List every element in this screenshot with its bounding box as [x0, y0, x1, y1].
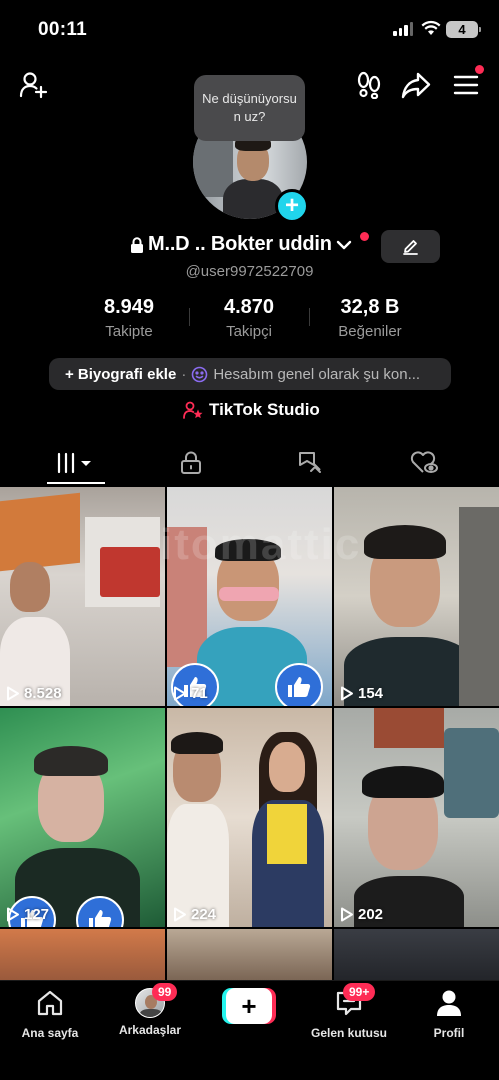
- status-bar: 00:11 4: [0, 0, 499, 60]
- videos-grid-icon: [57, 452, 91, 474]
- play-icon: [7, 907, 19, 922]
- tab-liked[interactable]: [362, 440, 486, 486]
- pencil-icon: [403, 240, 418, 255]
- nav-profile-label: Profil: [433, 1026, 465, 1040]
- footprints-button[interactable]: [352, 68, 386, 102]
- creator-star-icon: [183, 401, 203, 419]
- profile-handle: @user9972522709: [185, 263, 314, 280]
- heart-hidden-icon: [410, 451, 438, 473]
- video-tile[interactable]: [167, 929, 332, 980]
- note-bubble-text: Ne düşünüyorsun uz?: [202, 91, 297, 124]
- bio-separator: ·: [181, 365, 187, 383]
- active-tab-indicator: [47, 482, 105, 484]
- stat-following-label: Takipte: [105, 323, 153, 340]
- stat-following-value: 8.949: [103, 296, 155, 318]
- profile-name-row[interactable]: M..D .. Bokter uddin: [130, 233, 352, 256]
- battery-icon: 4: [446, 21, 481, 38]
- tiktok-studio-label: TikTok Studio: [209, 400, 320, 419]
- signal-icon: [393, 22, 413, 36]
- video-tile[interactable]: [334, 929, 499, 980]
- stat-likes-label: Beğeniler: [338, 323, 402, 340]
- watermark: itomattic: [160, 520, 362, 569]
- account-notification-dot: [360, 232, 369, 241]
- plus-icon: +: [226, 988, 272, 1024]
- lock-icon: [181, 451, 201, 474]
- bookmark-tag-icon: [299, 452, 321, 473]
- nav-profile[interactable]: Profil: [399, 989, 499, 1040]
- create-button[interactable]: +: [222, 988, 276, 1024]
- tab-reposts[interactable]: [248, 440, 372, 486]
- note-bubble[interactable]: Ne düşünüyorsun uz?: [194, 75, 305, 141]
- stat-following[interactable]: 8.949 Takipte: [69, 296, 189, 340]
- add-friend-button[interactable]: [16, 68, 50, 102]
- video-tile[interactable]: 224: [167, 708, 332, 927]
- video-tile[interactable]: 202: [334, 708, 499, 927]
- home-icon: [37, 990, 63, 1016]
- lock-icon: [131, 236, 143, 253]
- friends-badge: 99: [152, 983, 178, 1001]
- video-tile[interactable]: [0, 929, 165, 980]
- add-bio-button[interactable]: + Biyografi ekle: [65, 366, 176, 383]
- inbox-badge: 99+: [343, 983, 376, 1001]
- nav-friends-label: Arkadaşlar: [118, 1023, 182, 1037]
- video-view-count: 224: [173, 906, 216, 923]
- add-user-icon: [19, 72, 48, 99]
- play-icon: [7, 686, 19, 701]
- smiley-icon: [192, 366, 208, 382]
- play-icon: [174, 686, 186, 701]
- add-story-icon[interactable]: +: [275, 189, 309, 223]
- share-profile-button[interactable]: [399, 68, 433, 102]
- like-sticker: [275, 663, 323, 706]
- status-note[interactable]: Hesabım genel olarak şu kon...: [191, 366, 420, 383]
- video-view-count: 127: [6, 906, 49, 923]
- menu-notification-dot: [475, 65, 484, 74]
- stat-followers[interactable]: 4.870 Takipçi: [189, 296, 309, 340]
- footprints-icon: [357, 71, 381, 99]
- status-note-text: Hesabım genel olarak şu kon...: [213, 365, 421, 383]
- content-tabs: [0, 440, 499, 486]
- edit-profile-button[interactable]: [381, 230, 440, 263]
- nav-home[interactable]: Ana sayfa: [0, 989, 100, 1040]
- video-view-count: 8.528: [6, 685, 62, 702]
- play-icon: [341, 907, 353, 922]
- tiktok-studio-link[interactable]: TikTok Studio: [183, 400, 320, 420]
- stat-followers-value: 4.870: [223, 296, 275, 318]
- tab-videos[interactable]: [14, 440, 138, 486]
- play-icon: [174, 907, 186, 922]
- video-tile[interactable]: 8.528: [0, 487, 165, 706]
- video-tile[interactable]: 127: [0, 708, 165, 927]
- nav-home-label: Ana sayfa: [21, 1026, 79, 1040]
- share-icon: [401, 72, 431, 99]
- nav-inbox-label: Gelen kutusu: [310, 1026, 387, 1040]
- stat-likes[interactable]: 32,8 B Beğeniler: [310, 296, 430, 340]
- video-view-count: 71: [173, 685, 208, 702]
- thumbs-up-icon: [89, 910, 112, 927]
- video-view-count: 154: [340, 685, 383, 702]
- chevron-down-icon: [336, 240, 351, 249]
- wifi-icon: [421, 20, 441, 35]
- play-icon: [341, 686, 353, 701]
- stat-followers-label: Takipçi: [226, 323, 272, 340]
- profile-icon: [437, 990, 461, 1016]
- hamburger-menu-icon: [453, 75, 479, 95]
- tab-private[interactable]: [129, 440, 253, 486]
- profile-name: M..D .. Bokter uddin: [148, 233, 332, 255]
- stat-likes-value: 32,8 B: [340, 296, 400, 318]
- bio-bar[interactable]: + Biyografi ekle · Hesabım genel olarak …: [49, 358, 451, 390]
- status-time: 00:11: [38, 19, 88, 40]
- video-view-count: 202: [340, 906, 383, 923]
- thumbs-up-icon: [288, 677, 311, 697]
